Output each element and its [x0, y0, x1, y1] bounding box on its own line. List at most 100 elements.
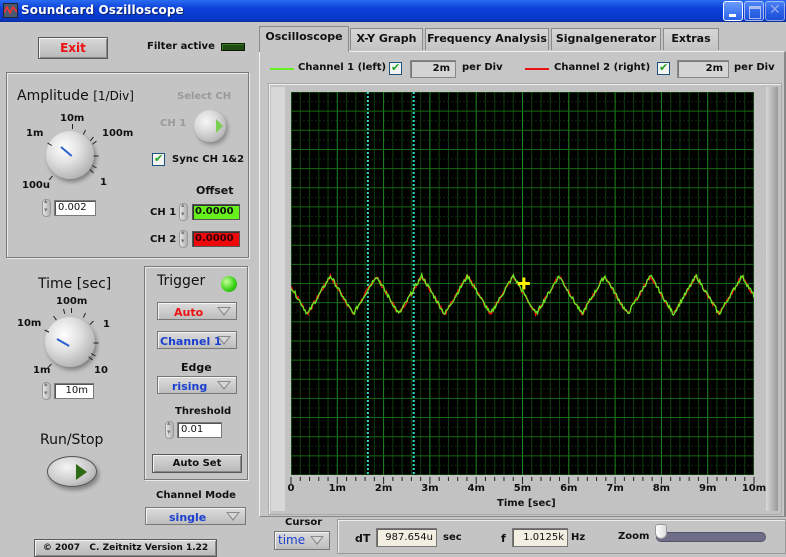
chevron-down-icon — [217, 336, 231, 345]
maximize-button[interactable] — [744, 1, 764, 21]
play-icon — [76, 464, 87, 480]
graph-left-bar — [271, 87, 285, 511]
chevron-down-icon — [226, 512, 240, 521]
channel-mode-label: Channel Mode — [156, 490, 236, 501]
time-title: Time [sec] — [38, 276, 112, 292]
dt-label: dT — [355, 532, 371, 545]
app-icon — [3, 3, 18, 18]
trigger-led — [221, 276, 237, 292]
time-label-100m: 100m — [56, 296, 88, 307]
select-ch-value: CH 1 — [160, 118, 187, 129]
ch1-label: Channel 1 (left) — [298, 62, 387, 73]
x-tick-label: 5m — [513, 483, 532, 494]
ch2-legend-line — [525, 68, 549, 70]
time-label-10: 10 — [94, 365, 108, 376]
x-tick-label: 3m — [421, 483, 439, 494]
window-title: Soundcard Oszilloscope — [21, 3, 184, 17]
ch1-per-div-unit: per Div — [462, 62, 503, 73]
threshold-label: Threshold — [175, 406, 232, 417]
cursor-mode-dropdown[interactable]: time — [274, 531, 330, 550]
x-tick-label: 4m — [467, 483, 485, 494]
ch1-per-div-field[interactable]: 2m — [410, 60, 456, 78]
x-axis-label: Time [sec] — [497, 498, 556, 509]
amplitude-title: Amplitude [1/Div] — [17, 88, 134, 104]
offset-ch1-field[interactable]: 0.0000 — [192, 204, 240, 220]
close-button[interactable] — [765, 1, 785, 21]
tab-xy-graph[interactable]: X-Y Graph — [350, 28, 423, 50]
ch2-per-div-field[interactable]: 2m — [677, 60, 729, 78]
trigger-source-dropdown[interactable]: Channel 1 — [157, 331, 237, 349]
offset-ch1-spinner[interactable] — [179, 201, 188, 221]
ch2-per-div-unit: per Div — [734, 62, 775, 73]
amplitude-spinner[interactable] — [42, 197, 51, 217]
run-stop-button[interactable] — [47, 456, 97, 487]
time-value-field[interactable]: 10m — [54, 383, 94, 399]
offset-ch1-label: CH 1 — [150, 207, 177, 218]
tab-extras[interactable]: Extras — [663, 28, 719, 50]
x-tick-label: 6m — [560, 483, 578, 494]
select-ch-switch[interactable] — [194, 110, 226, 142]
x-tick-label: 1m — [328, 483, 346, 494]
trigger-title: Trigger — [157, 273, 206, 289]
amp-label-1: 1 — [100, 177, 107, 188]
f-value-field: 1.0125k — [512, 528, 568, 547]
chevron-down-icon — [217, 381, 231, 390]
dt-unit: sec — [443, 532, 462, 543]
offset-ch2-field[interactable]: 0.0000 — [192, 231, 240, 247]
chevron-down-icon — [310, 536, 324, 545]
x-tick-label: 9m — [698, 483, 717, 494]
cursor-label: Cursor — [285, 517, 323, 528]
threshold-field[interactable]: 0.01 — [177, 422, 222, 438]
offset-ch2-label: CH 2 — [150, 234, 177, 245]
trigger-mode-dropdown[interactable]: Auto — [157, 302, 237, 320]
time-label-1: 1 — [103, 319, 110, 330]
amp-label-1m: 1m — [26, 128, 44, 139]
x-tick-label: 0 — [287, 483, 295, 494]
exit-label: Exit — [60, 41, 86, 55]
exit-button[interactable]: Exit — [38, 37, 108, 59]
zoom-label: Zoom — [618, 531, 650, 542]
dt-value-field: 987.654u — [376, 528, 437, 547]
f-label: f — [501, 532, 506, 545]
x-tick-label: 8m — [652, 483, 671, 494]
copyright-label: © 2007 C. Zeitnitz Version 1.22 — [34, 539, 217, 557]
sync-label: Sync CH 1&2 — [172, 154, 245, 165]
tab-oscilloscope[interactable]: Oscilloscope — [259, 26, 349, 52]
x-tick-label: 10m — [741, 483, 767, 494]
time-spinner[interactable] — [42, 380, 51, 400]
zoom-slider-handle[interactable] — [655, 524, 667, 539]
trigger-edge-dropdown[interactable]: rising — [157, 376, 237, 394]
offset-ch2-spinner[interactable] — [179, 228, 188, 248]
time-label-10m: 10m — [17, 318, 42, 329]
minimize-button[interactable] — [723, 1, 743, 21]
select-ch-label: Select CH — [177, 91, 232, 102]
x-tick-label: 2m — [374, 483, 393, 494]
tab-signalgenerator[interactable]: Signalgenerator — [551, 28, 661, 50]
filter-active-label: Filter active — [147, 41, 215, 52]
title-bar: Soundcard Oszilloscope — [0, 0, 786, 22]
auto-set-button[interactable]: Auto Set — [152, 454, 242, 473]
time-knob[interactable] — [45, 317, 95, 367]
amplitude-value-field[interactable]: 0.002 — [54, 200, 96, 216]
threshold-spinner[interactable] — [165, 419, 174, 439]
sync-checkbox[interactable] — [152, 152, 165, 166]
x-tick-label: 7m — [606, 483, 624, 494]
ch1-visible-checkbox[interactable] — [389, 61, 402, 75]
graph-right-bar — [766, 87, 778, 511]
ch2-label: Channel 2 (right) — [554, 62, 651, 73]
ch1-legend-line — [270, 68, 294, 70]
amp-label-100m: 100m — [102, 128, 134, 139]
run-stop-label: Run/Stop — [40, 432, 104, 448]
amp-label-10m: 10m — [60, 113, 85, 124]
edge-label: Edge — [181, 361, 212, 374]
channel-mode-dropdown[interactable]: single — [145, 507, 246, 525]
tab-frequency-analysis[interactable]: Frequency Analysis — [425, 28, 549, 50]
oscilloscope-plot[interactable] — [291, 92, 754, 475]
ch2-visible-checkbox[interactable] — [657, 61, 670, 75]
offset-title: Offset — [196, 184, 234, 197]
filter-active-led — [221, 43, 245, 51]
amplitude-knob[interactable] — [46, 131, 94, 179]
f-unit: Hz — [571, 532, 586, 543]
zoom-slider-track[interactable] — [656, 532, 766, 542]
amp-label-100u: 100u — [22, 180, 50, 191]
